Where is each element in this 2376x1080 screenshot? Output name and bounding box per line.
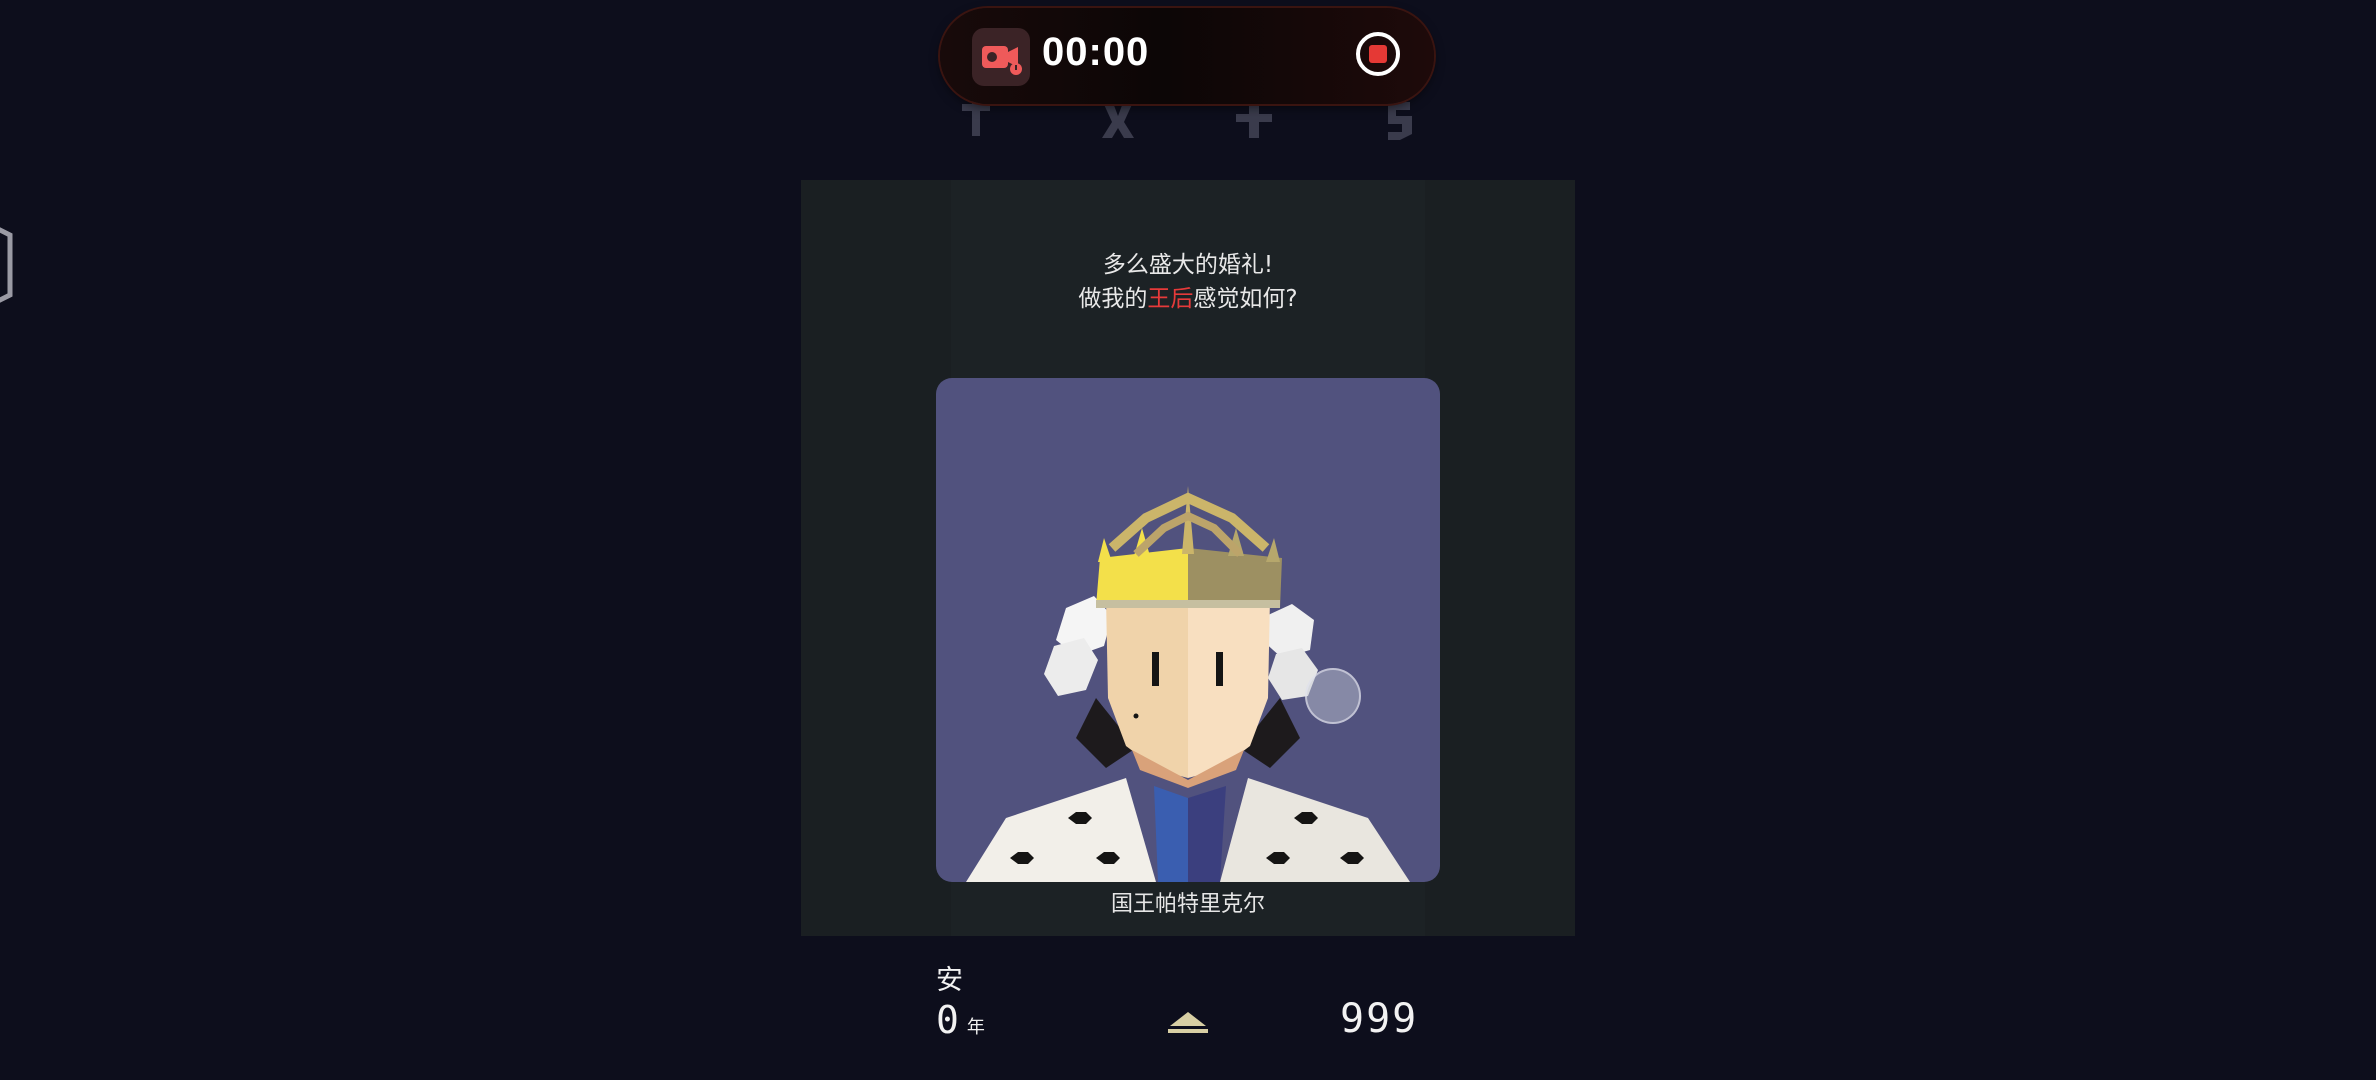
- recording-timer: 00:00: [1042, 30, 1150, 74]
- reign-years: 0年: [936, 998, 985, 1042]
- money-icon: [1388, 102, 1412, 140]
- side-hexagon-button[interactable]: [0, 210, 20, 320]
- army-sword-icon: [1236, 100, 1272, 138]
- years-unit: 年: [966, 1017, 985, 1038]
- stop-record-button[interactable]: [1356, 32, 1400, 76]
- dialog-line-1: 多么盛大的婚礼!: [1102, 252, 1274, 278]
- character-name: 国王帕特里克尔: [1110, 892, 1265, 917]
- touch-indicator: [1305, 668, 1361, 724]
- right-eye: [1216, 652, 1223, 686]
- game-screen: 00:00 多么盛大的婚礼! 做我的王后感觉如何? 国王帕特里克尔 安 0 年 …: [0, 0, 2376, 1080]
- event-card[interactable]: 多么盛大的婚礼! 做我的王后感觉如何? 国王帕特里克尔: [801, 180, 1575, 936]
- dialog-highlight-word: 王后: [1147, 286, 1194, 312]
- left-eye: [1152, 652, 1159, 686]
- dialog-line-2-end: 感觉如何?: [1193, 286, 1298, 312]
- stop-record-icon: [1369, 45, 1387, 63]
- dialog-line-2: 做我的王后感觉如何?: [801, 282, 1575, 316]
- people-icon: [1102, 100, 1134, 138]
- beauty-mark: [1133, 713, 1139, 719]
- up-arrow-icon[interactable]: [1166, 1012, 1210, 1036]
- score-counter: 999: [1340, 996, 1419, 1042]
- character-portrait[interactable]: [936, 378, 1440, 882]
- screen-recorder-overlay: 00:00: [940, 8, 1434, 104]
- dialog-line-2-start: 做我的: [1078, 286, 1148, 312]
- crown: [1096, 486, 1282, 608]
- video-camera-icon[interactable]: [972, 28, 1030, 86]
- ermine-cloak: [966, 778, 1410, 882]
- king-illustration: [966, 486, 1410, 882]
- dialog-text: 多么盛大的婚礼! 做我的王后感觉如何?: [801, 248, 1575, 316]
- ruler-name: 安: [936, 965, 963, 996]
- years-value: 0: [936, 998, 959, 1042]
